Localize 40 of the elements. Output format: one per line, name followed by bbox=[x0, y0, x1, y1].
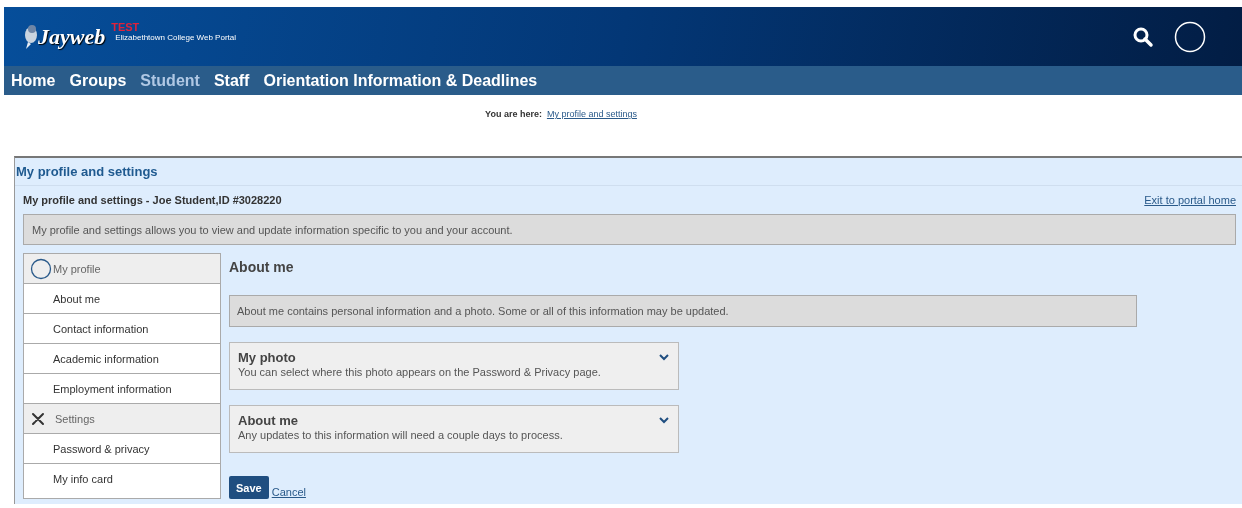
save-button[interactable]: Save bbox=[229, 476, 269, 499]
search-button[interactable] bbox=[1132, 25, 1154, 48]
sidebar-item[interactable]: My info card bbox=[24, 464, 220, 494]
accordion-description: You can select where this photo appears on the Password & Privacy page. bbox=[238, 366, 601, 378]
circle-icon bbox=[1174, 20, 1206, 53]
info-box: About me contains personal information and a photo. Some or all of this information may be updated. bbox=[229, 295, 1137, 327]
sidebar-item[interactable]: Contact information bbox=[24, 314, 220, 344]
avatar-button[interactable] bbox=[1174, 20, 1206, 53]
sidebar-item[interactable]: About me bbox=[24, 284, 220, 314]
bird-icon bbox=[22, 23, 40, 50]
logo-text: Jayweb bbox=[38, 23, 106, 50]
nav-link[interactable]: Groups bbox=[69, 71, 127, 90]
nav-link[interactable]: Orientation Information & Deadlines bbox=[263, 71, 538, 90]
breadcrumb-label: You are here: bbox=[485, 109, 542, 119]
circle-icon bbox=[30, 257, 52, 280]
description-box: My profile and settings allows you to view and update information specific to you and your account. bbox=[23, 214, 1236, 245]
exit-link[interactable]: Exit to portal home bbox=[1144, 194, 1236, 206]
test-label: TEST bbox=[111, 21, 140, 33]
accordion-title: About me bbox=[238, 413, 299, 428]
accordion-description: Any updates to this information will need a couple days to process. bbox=[238, 429, 563, 441]
sidebar-item[interactable]: Academic information bbox=[24, 344, 220, 374]
search-icon bbox=[1132, 25, 1154, 48]
chevron-down-icon bbox=[659, 417, 669, 424]
accordion-title: My photo bbox=[238, 350, 297, 365]
breadcrumb-link[interactable]: My profile and settings bbox=[546, 109, 637, 119]
cancel-link[interactable]: Cancel bbox=[271, 486, 306, 498]
chevron-down-icon bbox=[659, 354, 669, 361]
nav-link[interactable]: Student bbox=[140, 71, 200, 90]
section-heading: About me bbox=[229, 259, 294, 277]
accordion-panel[interactable]: My photo You can select where this photo appears on the Password & Privacy page. bbox=[229, 342, 679, 390]
sidebar-section[interactable]: Settings bbox=[24, 404, 220, 434]
sidebar-item[interactable]: Password & privacy bbox=[24, 434, 220, 464]
nav-link[interactable]: Staff bbox=[213, 71, 250, 90]
accordion-panel[interactable]: About me Any updates to this information will need a couple days to process. bbox=[229, 405, 679, 453]
portal-name: Elizabethtown College Web Portal bbox=[115, 32, 236, 42]
page-subtitle: My profile and settings - Joe Student,ID #3028220 bbox=[23, 194, 282, 206]
sidebar-section[interactable]: My profile bbox=[24, 254, 220, 284]
panel-title: My profile and settings bbox=[16, 164, 158, 179]
tools-icon bbox=[31, 411, 45, 426]
nav-link[interactable]: Home bbox=[11, 71, 56, 90]
